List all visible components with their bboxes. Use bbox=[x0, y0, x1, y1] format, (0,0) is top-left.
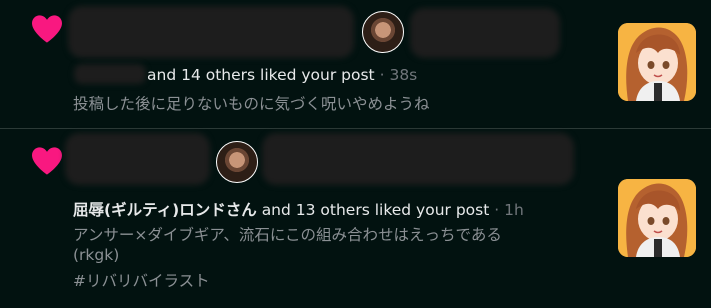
liker-avatar[interactable] bbox=[362, 11, 404, 53]
timestamp[interactable]: 1h bbox=[504, 201, 524, 219]
heart-icon bbox=[32, 15, 62, 43]
others-liked-text: and 13 others liked your post bbox=[261, 201, 490, 219]
notification-item[interactable]: 屈辱(ギルティ)ロンドさん and 13 others liked your p… bbox=[0, 129, 711, 308]
timestamp[interactable]: 38s bbox=[389, 66, 417, 84]
separator-dot: · bbox=[379, 66, 385, 84]
redacted-avatars bbox=[262, 133, 574, 185]
redacted-avatars bbox=[410, 8, 560, 58]
post-text: 投稿した後に足りないものに気づく呪いやめようね bbox=[73, 95, 430, 113]
liker-avatar[interactable] bbox=[216, 141, 258, 183]
post-thumbnail[interactable] bbox=[618, 23, 696, 101]
redacted-avatars bbox=[68, 6, 354, 58]
separator-dot: · bbox=[494, 201, 500, 219]
post-hashtag[interactable]: #リバリバイラスト bbox=[73, 269, 210, 291]
post-text: (rkgk) bbox=[73, 246, 120, 264]
notification-summary: and 14 others liked your post · 38s bbox=[73, 66, 417, 84]
anime-girl-image bbox=[618, 179, 696, 257]
heart-icon bbox=[32, 147, 62, 175]
redacted-avatars bbox=[65, 133, 210, 185]
others-liked-text: and 14 others liked your post bbox=[147, 66, 375, 84]
notification-summary: 屈辱(ギルティ)ロンドさん and 13 others liked your p… bbox=[73, 198, 524, 220]
actor-name[interactable]: 屈辱(ギルティ)ロンドさん bbox=[73, 201, 257, 219]
post-thumbnail[interactable] bbox=[618, 179, 696, 257]
notification-item[interactable]: and 14 others liked your post · 38s 投稿した… bbox=[0, 0, 711, 128]
anime-girl-image bbox=[618, 23, 696, 101]
post-text: アンサー×ダイブギア、流石にこの組み合わせはえっちである bbox=[73, 226, 502, 244]
